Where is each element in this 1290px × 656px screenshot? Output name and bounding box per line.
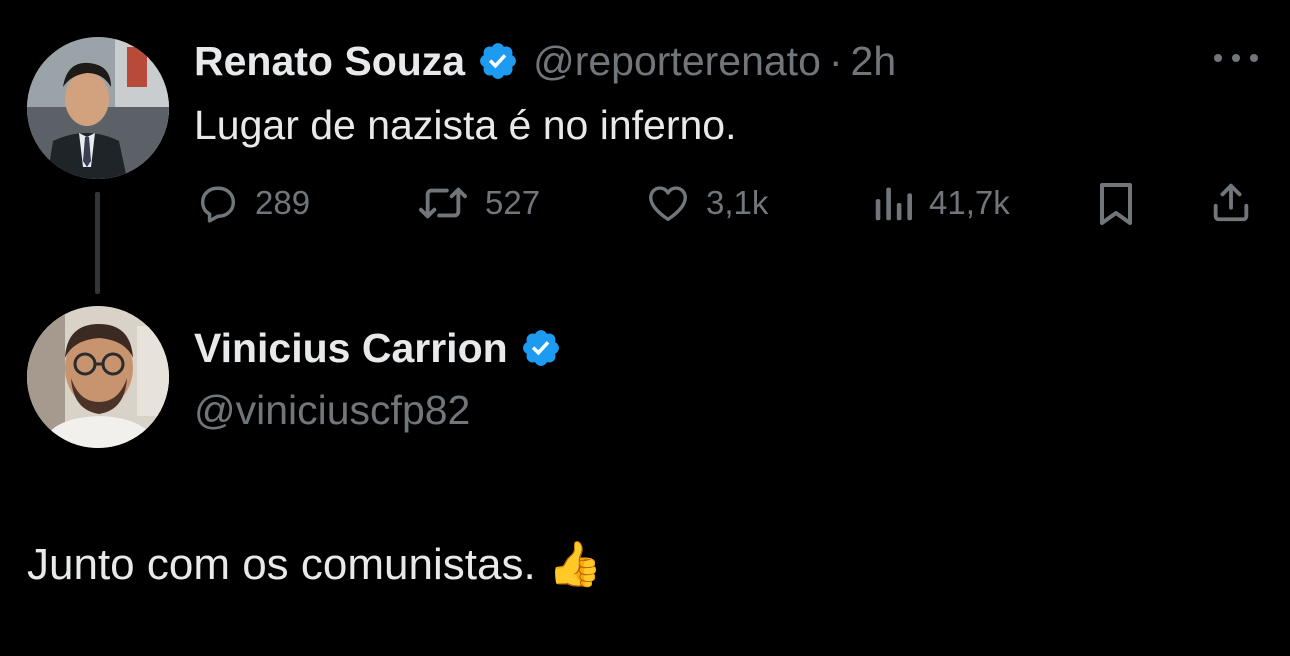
- time-separator: ·: [828, 37, 843, 84]
- tweet-text: Lugar de nazista é no inferno.: [194, 102, 737, 148]
- more-icon[interactable]: [1212, 46, 1260, 75]
- verified-badge-icon: [477, 40, 519, 82]
- avatar-renato[interactable]: [27, 37, 169, 179]
- share-icon[interactable]: [1208, 178, 1254, 231]
- reply-text: Junto com os comunistas. 👍: [27, 540, 603, 589]
- thread-connector-line: [95, 192, 100, 294]
- bookmark-icon[interactable]: [1096, 180, 1136, 233]
- tweet-header: Renato Souza @reporterenato · 2h: [194, 36, 896, 86]
- views-count: 41,7k: [929, 184, 1010, 221]
- reply-header: Vinicius Carrion: [194, 322, 562, 374]
- reply-icon: [200, 186, 236, 223]
- reply-author-handle[interactable]: @viniciuscfp82: [194, 387, 470, 434]
- reply-author-name[interactable]: Vinicius Carrion: [194, 325, 508, 372]
- author-handle[interactable]: @reporterenato: [533, 38, 821, 85]
- views-button[interactable]: 41,7k: [871, 180, 1010, 226]
- like-button[interactable]: 3,1k: [644, 180, 768, 226]
- verified-badge-icon: [520, 327, 562, 369]
- avatar-vinicius[interactable]: [27, 306, 169, 448]
- reply-button[interactable]: 289: [195, 180, 310, 226]
- reply-count: 289: [255, 184, 311, 221]
- views-icon: [875, 187, 912, 221]
- repost-icon: [419, 187, 467, 219]
- like-icon: [649, 186, 687, 222]
- repost-count: 527: [485, 184, 541, 221]
- tweet-time[interactable]: 2h: [851, 38, 897, 85]
- like-count: 3,1k: [706, 184, 769, 221]
- repost-button[interactable]: 527: [415, 180, 540, 226]
- author-name[interactable]: Renato Souza: [194, 38, 465, 85]
